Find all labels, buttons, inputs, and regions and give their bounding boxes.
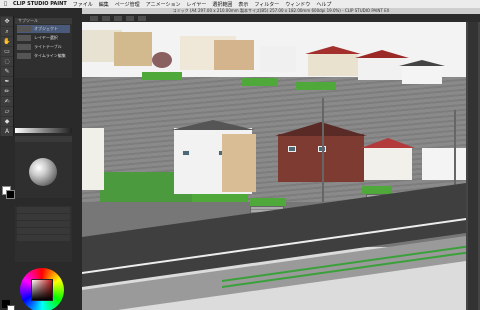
house xyxy=(260,42,296,72)
select-icon[interactable]: ▭ xyxy=(1,47,13,56)
canvas[interactable] xyxy=(82,22,466,310)
color-wheel[interactable] xyxy=(20,268,64,310)
zoom-icon[interactable]: ⌕ xyxy=(1,27,13,36)
undo-icon[interactable] xyxy=(126,15,134,21)
hedge xyxy=(250,198,286,206)
house-beige xyxy=(222,130,256,192)
menu-bar:  CLIP STUDIO PAINT ファイル 編集 ページ管理 アニメーショ… xyxy=(0,0,480,8)
new-icon[interactable] xyxy=(90,15,98,21)
layer-row[interactable] xyxy=(17,214,70,220)
house xyxy=(214,36,254,70)
house xyxy=(355,50,409,80)
hedge xyxy=(362,186,392,194)
menu-selection[interactable]: 選択範囲 xyxy=(212,1,232,8)
text-icon[interactable]: A xyxy=(1,127,13,136)
house xyxy=(305,46,361,76)
layer-row[interactable] xyxy=(17,235,70,241)
menu-window[interactable]: ウィンドウ xyxy=(285,1,310,8)
subtool-item-object[interactable]: オブジェクト xyxy=(17,25,70,33)
document-window: コミック (A4 297.00 x 210.00mm 製本サイズ(B5) 257… xyxy=(82,8,480,310)
menu-animation[interactable]: アニメーション xyxy=(146,1,181,8)
subtool-item-light-table[interactable]: ライトテーブル xyxy=(17,43,70,51)
house xyxy=(399,60,445,84)
sub-color-chip[interactable] xyxy=(7,305,15,310)
hand-icon[interactable]: ✋ xyxy=(1,37,13,46)
vertical-scrollbar[interactable] xyxy=(468,22,478,310)
pencil-icon[interactable]: ✏ xyxy=(1,87,13,96)
background-color-chip[interactable] xyxy=(6,190,15,199)
house xyxy=(114,28,152,66)
eraser-icon[interactable]: ▱ xyxy=(1,107,13,116)
pen-icon[interactable]: ✒ xyxy=(1,77,13,86)
layer-row[interactable] xyxy=(17,207,70,213)
app-menu[interactable]: CLIP STUDIO PAINT xyxy=(13,1,67,7)
brush-icon[interactable]: ✍ xyxy=(1,97,13,106)
house xyxy=(422,140,466,180)
material-preview xyxy=(29,158,57,186)
menu-view[interactable]: 表示 xyxy=(238,1,248,8)
menu-help[interactable]: ヘルプ xyxy=(316,1,331,8)
subtool-item-timeline[interactable]: タイムライン編集 xyxy=(17,52,70,60)
subtool-item-layer-select[interactable]: レイヤー選択 xyxy=(17,34,70,42)
redo-icon[interactable] xyxy=(138,15,146,21)
layer-row[interactable] xyxy=(17,221,70,227)
menu-filter[interactable]: フィルター xyxy=(254,1,279,8)
open-icon[interactable] xyxy=(102,15,110,21)
menu-file[interactable]: ファイル xyxy=(73,1,93,8)
house xyxy=(82,122,104,190)
apple-menu-icon[interactable]:  xyxy=(4,1,7,7)
menu-layer[interactable]: レイヤー xyxy=(187,1,207,8)
tree xyxy=(152,52,172,68)
fill-icon[interactable]: ◆ xyxy=(1,117,13,126)
menu-edit[interactable]: 編集 xyxy=(99,1,109,8)
lasso-icon[interactable]: ◌ xyxy=(1,57,13,66)
hedge xyxy=(296,82,336,90)
hedge xyxy=(192,194,248,202)
tool-palette: ✥ ⌕ ✋ ▭ ◌ ✎ ✒ ✏ ✍ ▱ ◆ A xyxy=(0,16,14,136)
menu-page[interactable]: ページ管理 xyxy=(115,1,140,8)
eyedropper-icon[interactable]: ✎ xyxy=(1,67,13,76)
subtool-palette: サブツール オブジェクト レイヤー選択 ライトテーブル タイムライン編集 xyxy=(15,18,72,78)
save-icon[interactable] xyxy=(114,15,122,21)
hedge xyxy=(242,78,278,86)
tool-property-header xyxy=(15,136,72,142)
tool-property-palette xyxy=(15,136,72,198)
house xyxy=(361,138,415,180)
gradient-bar[interactable] xyxy=(15,128,72,133)
subtool-header: サブツール xyxy=(15,18,72,24)
color-saturation-square[interactable] xyxy=(31,279,53,301)
left-palette-area: ✥ ⌕ ✋ ▭ ◌ ✎ ✒ ✏ ✍ ▱ ◆ A サブツール オブジェクト レイヤ… xyxy=(0,8,82,310)
house-red-brick xyxy=(275,122,367,182)
layer-row[interactable] xyxy=(17,228,70,234)
hedge xyxy=(142,72,182,80)
layer-palette xyxy=(15,206,72,262)
command-bar xyxy=(82,14,480,22)
move-icon[interactable]: ✥ xyxy=(1,17,13,26)
